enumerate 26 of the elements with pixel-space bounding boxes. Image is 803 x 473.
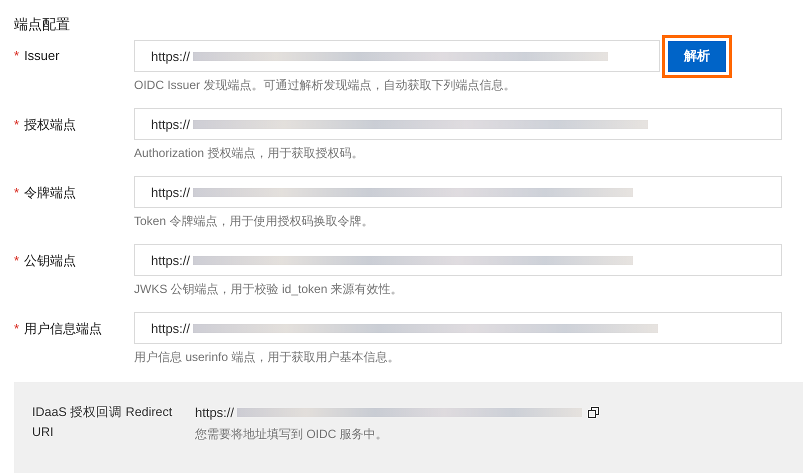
field-label: 令牌端点 [24, 185, 76, 200]
required-asterisk: * [14, 48, 20, 63]
required-asterisk: * [14, 117, 20, 132]
copy-icon[interactable] [588, 406, 600, 418]
url-field[interactable]: https:// [134, 312, 782, 344]
field-hint: JWKS 公钥端点，用于校验 id_token 来源有效性。 [134, 281, 404, 298]
field-hint: Authorization 授权端点，用于获取授权码。 [134, 145, 364, 162]
url-field[interactable]: https:// [134, 108, 782, 140]
redirect-url: https:// [195, 404, 234, 420]
required-asterisk: * [14, 321, 20, 336]
field-label: Issuer [24, 48, 60, 63]
field-hint: Token 令牌端点，用于使用授权码换取令牌。 [134, 213, 374, 230]
field-hint: OIDC Issuer 发现端点。可通过解析发现端点，自动获取下列端点信息。 [134, 77, 516, 94]
required-asterisk: * [14, 253, 20, 268]
field-hint: 用户信息 userinfo 端点，用于获取用户基本信息。 [134, 349, 400, 366]
field-label: 授权端点 [24, 117, 76, 132]
redirect-label: IDaaS 授权回调 Redirect URI [32, 404, 174, 441]
parse-button[interactable]: 解析 [668, 40, 726, 72]
field-label: 用户信息端点 [24, 321, 102, 336]
url-field[interactable]: https:// [134, 40, 660, 72]
url-field[interactable]: https:// [134, 176, 782, 208]
field-label: 公钥端点 [24, 253, 76, 268]
redirect-note: 您需要将地址填写到 OIDC 服务中。 [195, 426, 389, 443]
required-asterisk: * [14, 185, 20, 200]
url-field[interactable]: https:// [134, 244, 782, 276]
section-title: 端点配置 [14, 16, 71, 34]
